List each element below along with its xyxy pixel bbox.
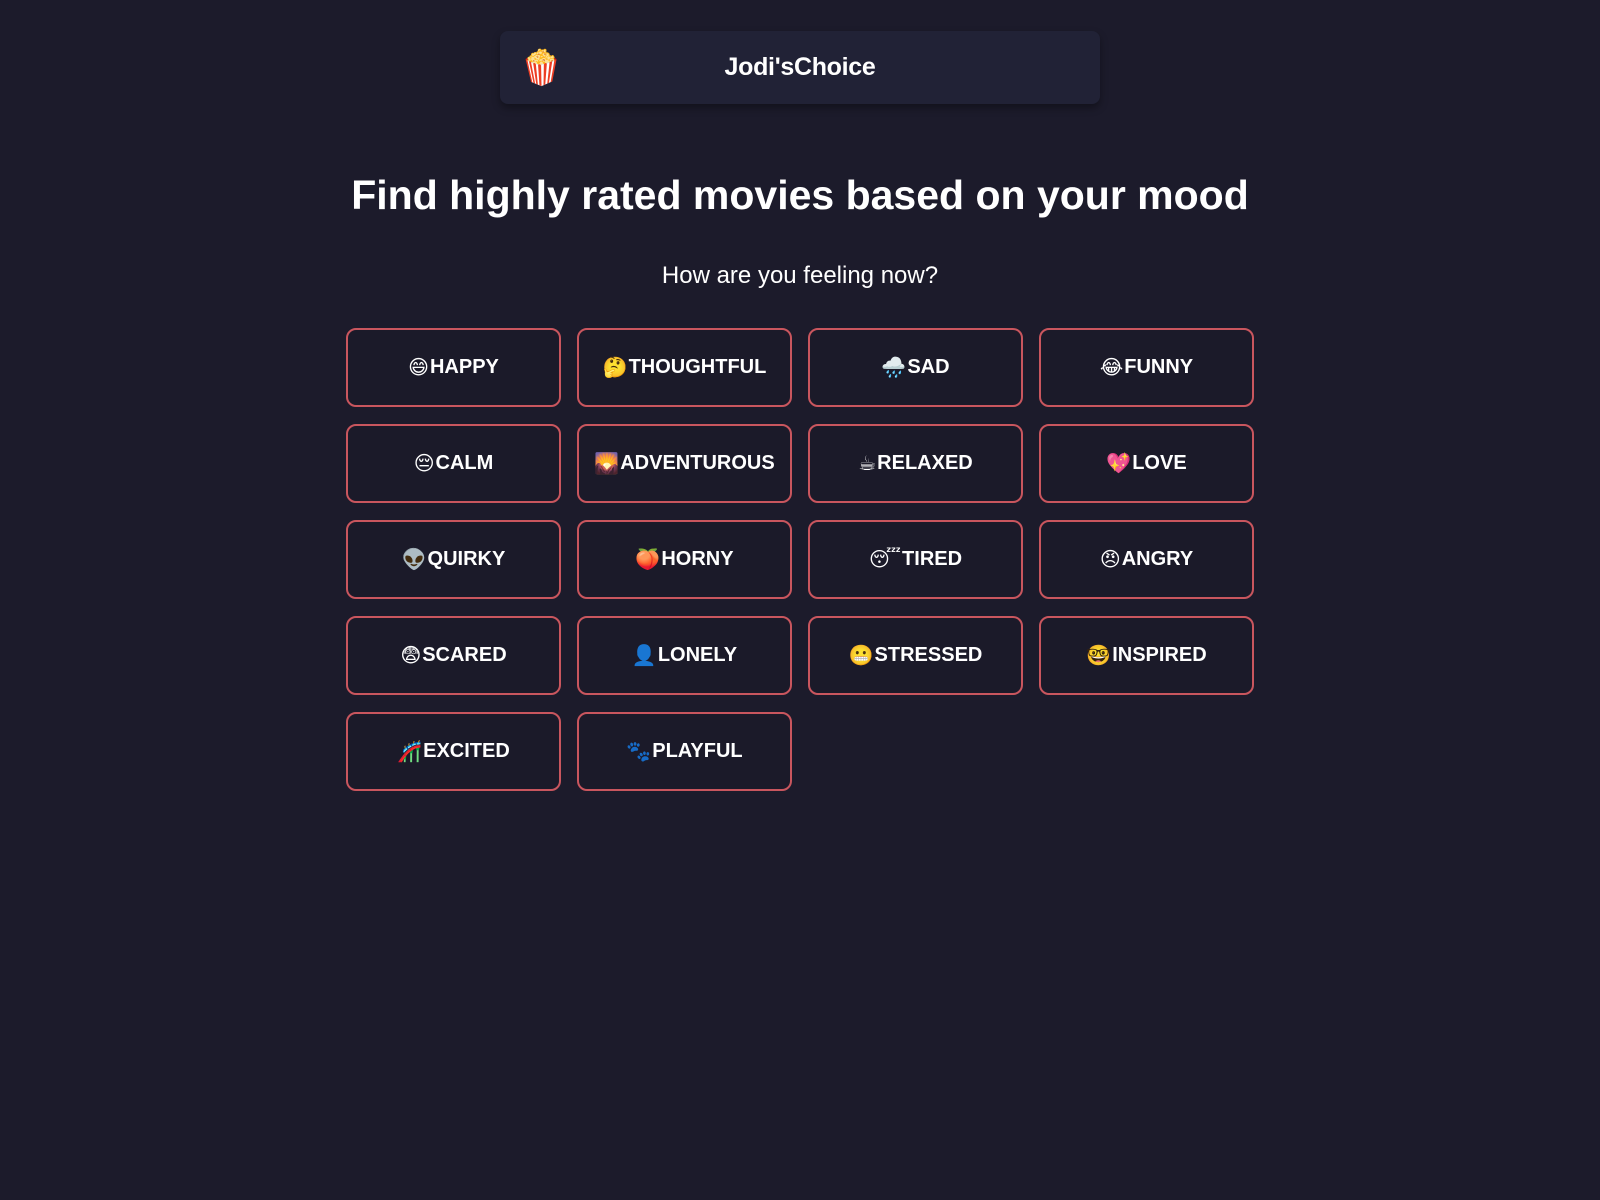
popcorn-icon[interactable]: 🍿 — [520, 51, 562, 85]
mood-label: LOVE — [1132, 452, 1187, 474]
mood-button-calm[interactable]: 😔 CALM — [346, 424, 561, 503]
page-title: Find highly rated movies based on your m… — [351, 172, 1249, 218]
sparkling-heart-icon: 💖 — [1106, 452, 1132, 475]
mood-button-stressed[interactable]: 😬 STRESSED — [808, 616, 1023, 695]
coffee-icon: ☕ — [858, 452, 877, 475]
mood-button-horny[interactable]: 🍑 HORNY — [577, 520, 792, 599]
fearful-face-icon: 😨 — [400, 644, 422, 667]
mood-button-lonely[interactable]: 👤 LONELY — [577, 616, 792, 695]
thinking-face-icon: 🤔 — [602, 356, 628, 379]
mood-button-happy[interactable]: 😄 HAPPY — [346, 328, 561, 407]
sunrise-mountains-icon: 🌄 — [594, 452, 620, 475]
grinning-face-icon: 😄 — [408, 356, 429, 379]
sleeping-face-icon: 😴 — [868, 548, 902, 571]
mood-button-relaxed[interactable]: ☕ RELAXED — [808, 424, 1023, 503]
paw-prints-icon: 🐾 — [626, 740, 652, 763]
pensive-face-icon: 😔 — [413, 452, 435, 475]
mood-button-thoughtful[interactable]: 🤔 THOUGHTFUL — [577, 328, 792, 407]
mood-label: CALM — [435, 452, 494, 474]
mood-label: THOUGHTFUL — [628, 356, 767, 378]
mood-label: STRESSED — [874, 644, 983, 666]
nerd-face-icon: 🤓 — [1086, 644, 1112, 667]
mood-label: HAPPY — [429, 356, 499, 378]
mood-prompt: How are you feeling now? — [661, 262, 939, 289]
mood-button-playful[interactable]: 🐾 PLAYFUL — [577, 712, 792, 791]
mood-button-quirky[interactable]: 👽 QUIRKY — [346, 520, 561, 599]
mood-button-love[interactable]: 💖 LOVE — [1039, 424, 1254, 503]
mood-label: LONELY — [657, 644, 738, 666]
mood-label: QUIRKY — [427, 548, 506, 570]
mood-button-funny[interactable]: 😂 FUNNY — [1039, 328, 1254, 407]
mood-button-angry[interactable]: 😠 ANGRY — [1039, 520, 1254, 599]
mood-button-adventurous[interactable]: 🌄 ADVENTUROUS — [577, 424, 792, 503]
roller-coaster-icon: 🎢 — [397, 740, 423, 763]
mood-label: ADVENTUROUS — [620, 452, 775, 474]
mood-label: SCARED — [422, 644, 507, 666]
mood-label: TIRED — [902, 548, 963, 570]
mood-label: RELAXED — [877, 452, 973, 474]
mood-label: INSPIRED — [1112, 644, 1207, 666]
mood-label: ANGRY — [1121, 548, 1194, 570]
mood-label: EXCITED — [423, 740, 510, 762]
app-header: 🍿 Jodi'sChoice — [500, 31, 1100, 104]
grimacing-face-icon: 😬 — [848, 644, 874, 667]
mood-label: HORNY — [661, 548, 734, 570]
mood-button-excited[interactable]: 🎢 EXCITED — [346, 712, 561, 791]
mood-label: PLAYFUL — [652, 740, 743, 762]
peach-icon: 🍑 — [635, 548, 661, 571]
mood-button-scared[interactable]: 😨 SCARED — [346, 616, 561, 695]
mood-grid: 😄 HAPPY 🤔 THOUGHTFUL 🌧️ SAD 😂 FUNNY 😔 CALM 🌄 ADVENT… — [346, 328, 1256, 791]
mood-label: SAD — [907, 356, 950, 378]
alien-icon: 👽 — [401, 548, 427, 571]
mood-button-inspired[interactable]: 🤓 INSPIRED — [1039, 616, 1254, 695]
angry-face-icon: 😠 — [1099, 548, 1121, 571]
rain-cloud-icon: 🌧️ — [881, 356, 907, 379]
brand-name[interactable]: Jodi'sChoice — [500, 53, 1100, 82]
mood-button-sad[interactable]: 🌧️ SAD — [808, 328, 1023, 407]
silhouette-icon: 👤 — [631, 644, 657, 667]
mood-label: FUNNY — [1124, 356, 1194, 378]
mood-button-tired[interactable]: 😴 TIRED — [808, 520, 1023, 599]
tears-of-joy-icon: 😂 — [1099, 356, 1124, 379]
